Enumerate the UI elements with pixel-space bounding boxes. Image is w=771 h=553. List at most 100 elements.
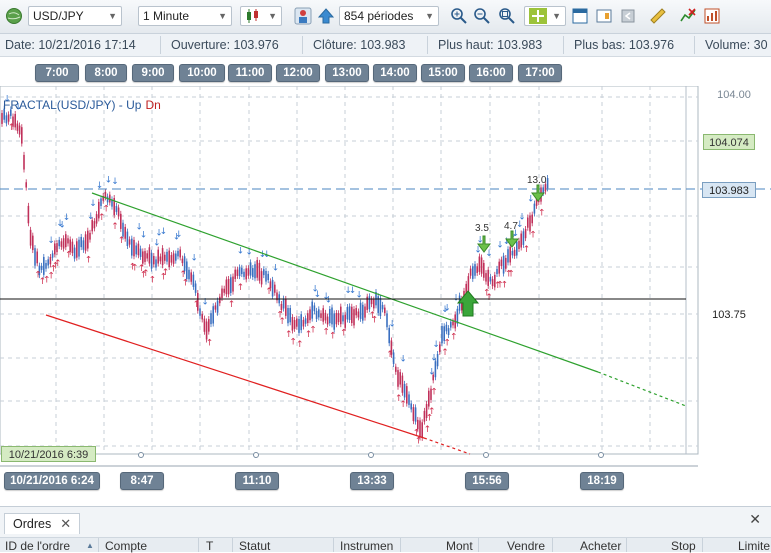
time-label: 9:00 <box>132 64 174 82</box>
time-label: 13:00 <box>325 64 369 82</box>
candle <box>509 246 511 263</box>
candle <box>500 259 503 267</box>
candle <box>274 284 276 293</box>
fractal-down-icon: ↑ <box>386 350 394 360</box>
zoom-fit-icon[interactable] <box>497 6 517 26</box>
cursor-mode-select[interactable]: ▼ <box>524 6 566 26</box>
zoom-person-icon[interactable] <box>293 6 313 26</box>
column-header[interactable]: Vendre <box>507 539 545 553</box>
close-icon[interactable]: ✕ <box>60 516 71 532</box>
fractal-down-icon: ↑ <box>65 250 73 260</box>
fractal-down-icon: ↑ <box>228 300 236 310</box>
price-chart[interactable]: ↓↑↓↑↑↑↓↑↑↑↑↓↓↓↑↑↓↓↓↑↑↓ ↓↑↑↑↑↓↑↓↑↑↑↓↓↓↑↑↓↓… <box>0 86 771 492</box>
fractal-down-icon: ↑ <box>529 230 537 240</box>
candle <box>234 269 236 279</box>
candle <box>150 252 153 269</box>
candle <box>329 309 331 324</box>
column-header[interactable]: Stop <box>671 539 696 553</box>
fractal-up-icon: ↓ <box>314 290 322 300</box>
candle <box>131 238 133 256</box>
candle <box>410 403 412 410</box>
candle <box>403 383 406 398</box>
bar-chart-icon[interactable] <box>702 6 722 26</box>
add-indicator-icon[interactable] <box>678 6 698 26</box>
candle <box>148 247 151 264</box>
fractal-down-icon: ↑ <box>237 283 245 293</box>
candle <box>65 234 67 248</box>
time-label: 13:33 <box>350 472 394 490</box>
symbol-select[interactable]: USD/JPY ▼ <box>28 6 122 26</box>
candle <box>87 230 89 249</box>
candle <box>505 257 507 269</box>
axis-dot <box>483 452 489 458</box>
fractal-down-icon: ↑ <box>8 123 16 133</box>
time-label: 17:00 <box>518 64 562 82</box>
fractal-down-icon: ↑ <box>538 209 546 219</box>
globe-icon[interactable] <box>4 6 24 26</box>
column-header[interactable]: ID de l'ordre <box>5 539 70 553</box>
candle <box>498 261 500 274</box>
column-header[interactable]: Acheter <box>580 539 621 553</box>
candle <box>139 248 142 257</box>
candle <box>179 249 181 258</box>
account-icon[interactable] <box>316 6 336 26</box>
fractal-up-icon: ↓ <box>443 304 451 314</box>
candle <box>115 205 118 212</box>
fractal-up-icon: ↓ <box>527 194 535 204</box>
candle <box>221 288 223 298</box>
level-price-label: 103.75 <box>712 309 746 321</box>
candle <box>313 305 316 312</box>
crosshair-icon <box>529 8 547 24</box>
window-icon[interactable] <box>570 6 590 26</box>
fractal-down-icon: ↑ <box>296 340 304 350</box>
candle <box>128 239 131 245</box>
candle <box>489 276 492 282</box>
zoom-in-icon[interactable] <box>449 6 469 26</box>
close-panel-icon[interactable]: ✕ <box>749 511 761 528</box>
periods-select[interactable]: 854 périodes ▼ <box>339 6 439 26</box>
candle <box>452 321 454 326</box>
candle <box>524 228 527 239</box>
candle <box>480 257 483 274</box>
candle <box>476 266 478 273</box>
candle <box>285 298 287 316</box>
timeframe-select[interactable]: 1 Minute ▼ <box>138 6 232 26</box>
collapse-icon[interactable] <box>618 6 638 26</box>
axis-dot <box>138 452 144 458</box>
column-header[interactable]: T <box>206 539 213 553</box>
candle <box>474 264 476 276</box>
column-header[interactable]: Compte <box>105 539 147 553</box>
candle <box>223 288 225 293</box>
high-price-tag: 104.074 <box>703 134 755 150</box>
fractal-down-icon: ↑ <box>441 348 449 358</box>
ruler-icon[interactable] <box>648 6 668 26</box>
fractal-down-icon: ↑ <box>162 268 170 278</box>
candle <box>58 239 60 247</box>
tab-orders[interactable]: Ordres ✕ <box>4 513 81 534</box>
column-header[interactable]: Instrumen <box>340 539 393 553</box>
column-header[interactable]: Statut <box>239 539 270 553</box>
chevron-down-icon: ▼ <box>268 11 277 21</box>
column-header[interactable]: Mont <box>446 539 473 553</box>
panel-icon[interactable] <box>594 6 614 26</box>
candle <box>346 307 349 320</box>
time-label: 16:00 <box>469 64 513 82</box>
annotation-label: 13.0 <box>527 175 547 186</box>
fractal-up-icon: ↓ <box>47 236 55 246</box>
candle <box>318 309 320 318</box>
candle <box>258 262 261 281</box>
zoom-out-icon[interactable] <box>472 6 492 26</box>
candle <box>56 243 58 253</box>
chart-type-select[interactable]: ▼ <box>240 6 282 26</box>
candle <box>311 301 313 319</box>
candle <box>467 276 470 292</box>
candle <box>381 304 384 310</box>
candle <box>104 191 107 198</box>
candle <box>340 306 342 325</box>
info-low: Plus bas: 103.976 <box>574 38 675 52</box>
fractal-down-icon: ↑ <box>98 213 106 223</box>
candle <box>25 182 27 188</box>
fractal-down-icon: ↑ <box>415 436 423 446</box>
column-header[interactable]: Limite <box>738 539 770 553</box>
indicator-label: FRACTAL(USD/JPY) - Up Dn <box>3 98 161 112</box>
